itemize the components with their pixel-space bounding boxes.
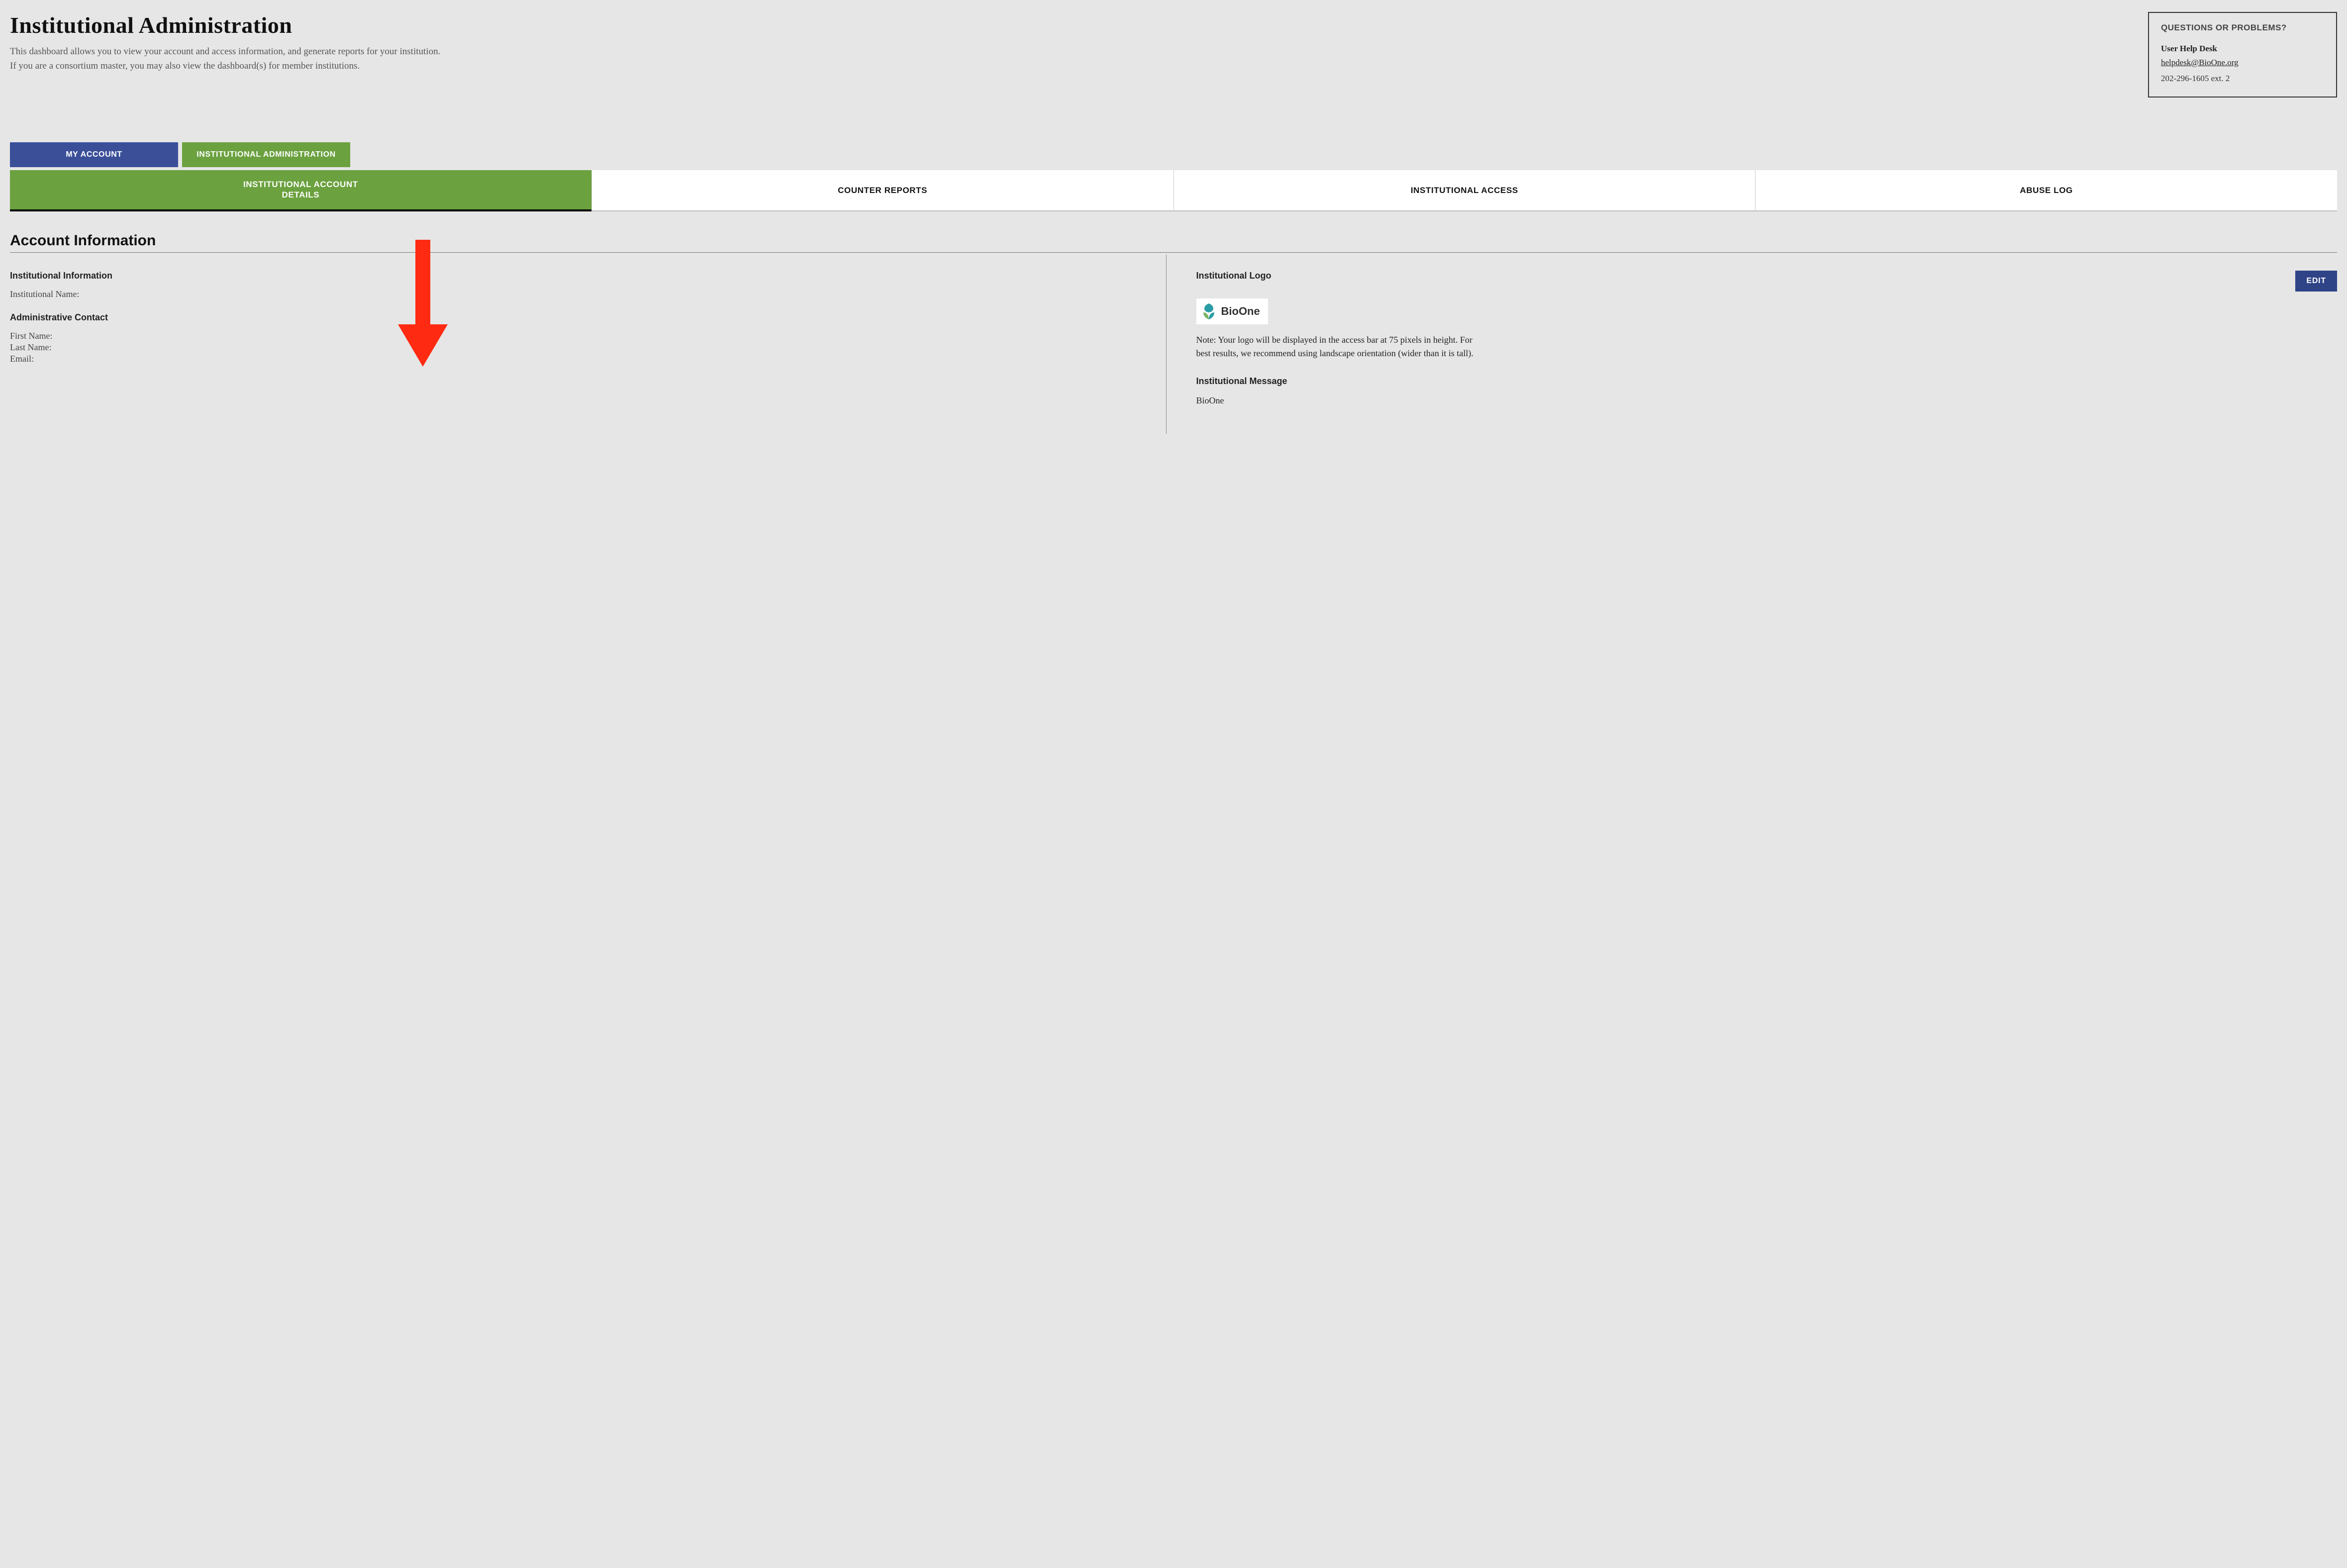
- tab-abuse-log[interactable]: ABUSE LOG: [1755, 170, 2337, 211]
- logo-note: Note: Your logo will be displayed in the…: [1196, 333, 1475, 360]
- help-desk-label: User Help Desk: [2161, 44, 2324, 54]
- nav-institutional-administration[interactable]: INSTITUTIONAL ADMINISTRATION: [182, 142, 350, 167]
- heading-institutional-message: Institutional Message: [1196, 376, 2338, 387]
- primary-nav: MY ACCOUNT INSTITUTIONAL ADMINISTRATION: [10, 142, 2337, 167]
- tab-label: ABUSE LOG: [2020, 185, 2072, 196]
- edit-button[interactable]: EDIT: [2295, 271, 2337, 292]
- field-email: Email:: [10, 354, 1151, 364]
- sub-tabs: INSTITUTIONAL ACCOUNT DETAILS COUNTER RE…: [10, 170, 2337, 211]
- institutional-message-value: BioOne: [1196, 395, 2338, 406]
- field-first-name: First Name:: [10, 331, 1151, 341]
- heading-institutional-logo: Institutional Logo: [1196, 271, 1271, 281]
- help-desk-phone: 202-296-1605 ext. 2: [2161, 74, 2324, 84]
- tab-counter-reports[interactable]: COUNTER REPORTS: [591, 170, 1174, 211]
- heading-institutional-information: Institutional Information: [10, 271, 1151, 281]
- tab-label: COUNTER REPORTS: [838, 185, 927, 196]
- tab-institutional-account-details[interactable]: INSTITUTIONAL ACCOUNT DETAILS: [10, 170, 591, 211]
- field-institutional-name: Institutional Name:: [10, 289, 1151, 299]
- account-info-right-column: Institutional Logo EDIT BioOne Note: You…: [1167, 255, 2338, 434]
- account-info-left-column: Institutional Information Institutional …: [10, 255, 1167, 434]
- section-title-account-information: Account Information: [10, 232, 2337, 253]
- logo-text: BioOne: [1221, 305, 1260, 318]
- page-title: Institutional Administration: [10, 12, 448, 38]
- help-desk-email-link[interactable]: helpdesk@BioOne.org: [2161, 58, 2239, 68]
- tab-label: INSTITUTIONAL ACCOUNT DETAILS: [236, 179, 365, 200]
- page-description: This dashboard allows you to view your a…: [10, 44, 448, 74]
- help-box-title: QUESTIONS OR PROBLEMS?: [2161, 23, 2324, 33]
- bioone-leaf-icon: [1201, 302, 1216, 320]
- tab-label: INSTITUTIONAL ACCESS: [1411, 185, 1518, 196]
- field-last-name: Last Name:: [10, 342, 1151, 353]
- nav-my-account[interactable]: MY ACCOUNT: [10, 142, 178, 167]
- heading-administrative-contact: Administrative Contact: [10, 312, 1151, 323]
- tab-institutional-access[interactable]: INSTITUTIONAL ACCESS: [1174, 170, 1756, 211]
- help-box: QUESTIONS OR PROBLEMS? User Help Desk he…: [2148, 12, 2337, 98]
- institutional-logo-preview: BioOne: [1196, 298, 1268, 324]
